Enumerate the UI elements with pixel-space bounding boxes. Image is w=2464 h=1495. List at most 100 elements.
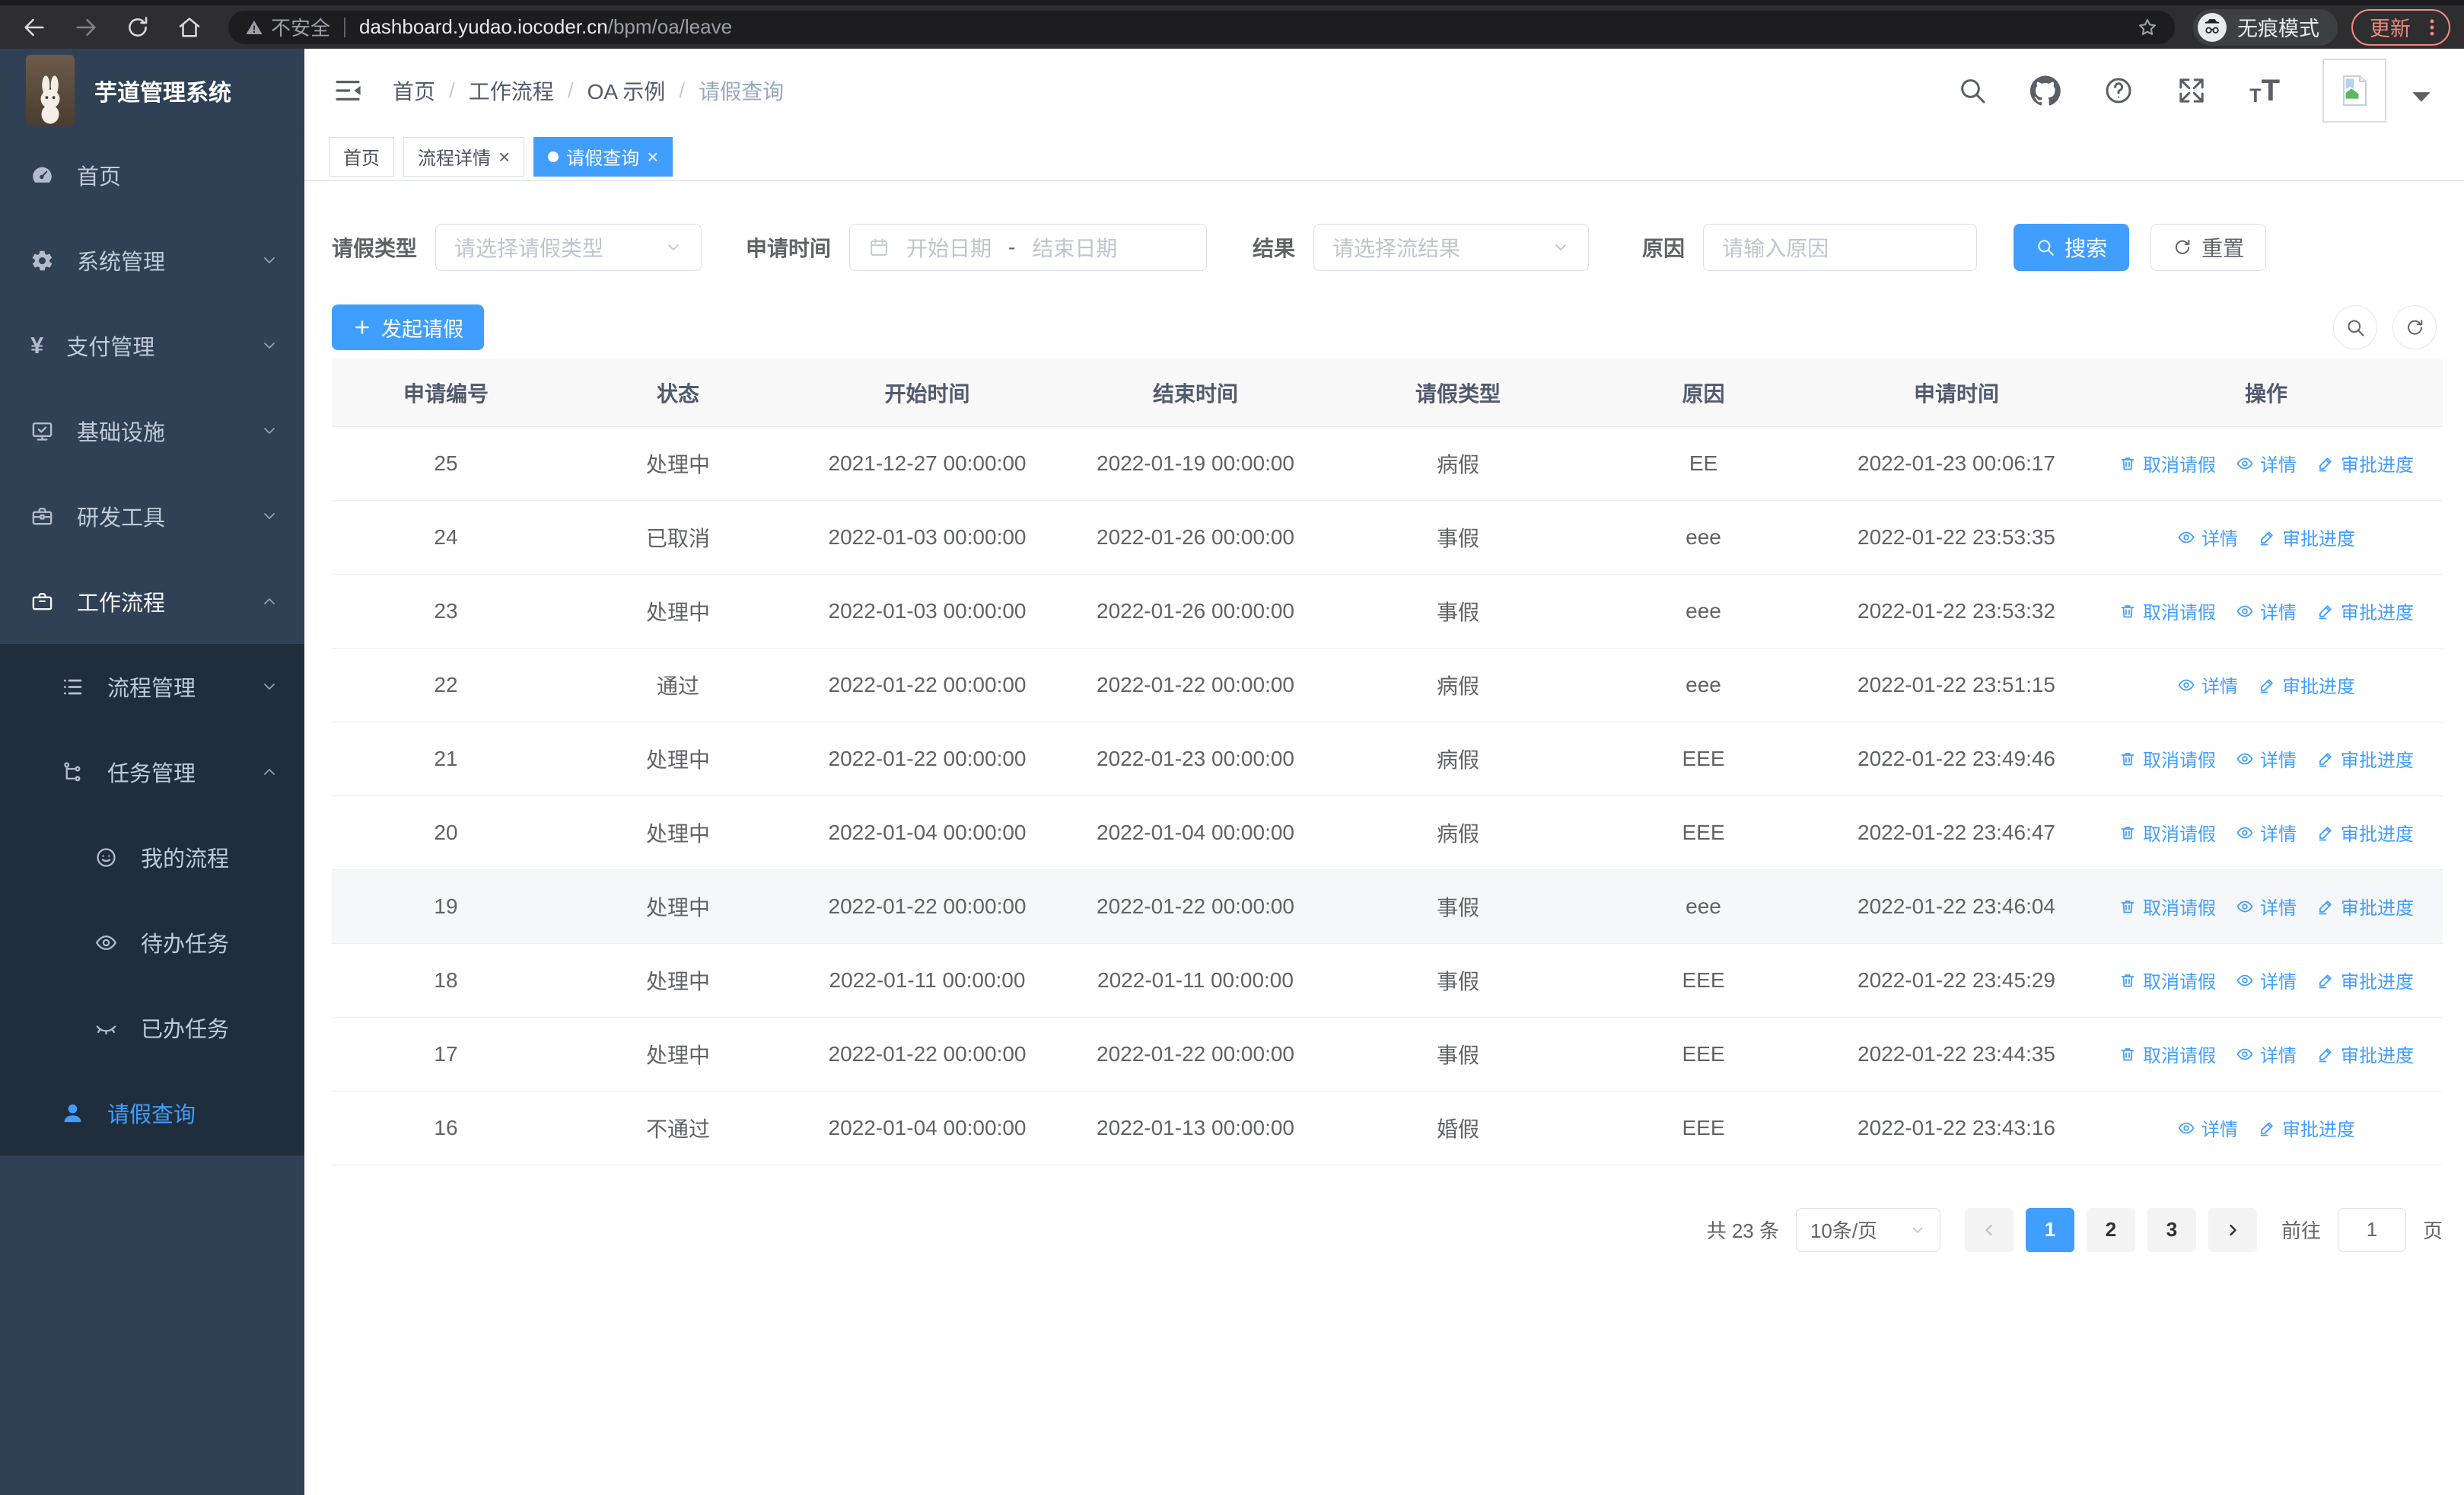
action-progress-button[interactable]: 审批进度 <box>2316 967 2414 993</box>
action-progress-button[interactable]: 审批进度 <box>2258 524 2355 550</box>
font-size-icon[interactable]: TT <box>2249 75 2280 106</box>
table-row[interactable]: 24 已取消 2022-01-03 00:00:00 2022-01-26 00:00… <box>332 500 2443 575</box>
sidebar-item-done-tasks[interactable]: 已办任务 <box>0 985 304 1070</box>
sidebar-item-system[interactable]: 系统管理 <box>0 218 304 303</box>
page-button-3[interactable]: 3 <box>2147 1207 2196 1252</box>
action-detail-button[interactable]: 详情 <box>2236 819 2297 846</box>
action-progress-button[interactable]: 审批进度 <box>2316 893 2414 920</box>
browser-home-icon[interactable] <box>177 14 202 40</box>
tab-leave-query[interactable]: 请假查询 × <box>533 136 673 177</box>
action-cancel-button[interactable]: 取消请假 <box>2119 819 2216 846</box>
action-progress-button[interactable]: 审批进度 <box>2258 1114 2355 1141</box>
breadcrumb-item[interactable]: 首页 <box>393 75 435 106</box>
url-bar[interactable]: 不安全 dashboard.yudao.iocoder.cn/bpm/oa/le… <box>228 10 2175 44</box>
action-detail-button[interactable]: 详情 <box>2236 745 2297 772</box>
action-cancel-button[interactable]: 取消请假 <box>2119 893 2216 920</box>
sidebar-item-workflow[interactable]: 工作流程 <box>0 559 304 644</box>
action-detail-button[interactable]: 详情 <box>2177 524 2238 550</box>
apply-time-range-picker[interactable]: 开始日期 - 结束日期 <box>849 224 1208 271</box>
incognito-badge: 无痕模式 <box>2193 8 2338 46</box>
table-row[interactable]: 23 处理中 2022-01-03 00:00:00 2022-01-26 00:00… <box>332 574 2443 649</box>
avatar-caret-down-icon[interactable] <box>2406 81 2437 112</box>
page-button-1[interactable]: 1 <box>2025 1207 2074 1252</box>
tab-home[interactable]: 首页 <box>329 136 394 177</box>
sidebar-item-devtools[interactable]: 研发工具 <box>0 473 304 559</box>
app-logo[interactable]: 芋道管理系统 <box>0 49 304 132</box>
tab-close-icon[interactable]: × <box>498 147 510 167</box>
sidebar-item-my-process[interactable]: 我的流程 <box>0 814 304 900</box>
table-row[interactable]: 25 处理中 2021-12-27 00:00:00 2022-01-19 00:00… <box>332 426 2443 501</box>
angle-right-icon <box>2224 1221 2242 1239</box>
action-detail-button[interactable]: 详情 <box>2236 598 2297 624</box>
bookmark-star-icon[interactable] <box>2137 17 2158 38</box>
table-row[interactable]: 22 通过 2022-01-22 00:00:00 2022-01-22 00:00:… <box>332 648 2443 722</box>
action-detail-button[interactable]: 详情 <box>2236 967 2297 993</box>
table-row[interactable]: 17 处理中 2022-01-22 00:00:00 2022-01-22 00:00… <box>332 1017 2443 1092</box>
page-size-select[interactable]: 10条/页 <box>1795 1207 1940 1252</box>
cell-end: 2022-01-04 00:00:00 <box>1059 795 1332 870</box>
action-cancel-button[interactable]: 取消请假 <box>2119 967 2216 993</box>
action-detail-button[interactable]: 详情 <box>2236 450 2297 477</box>
refresh-table-button[interactable] <box>2392 305 2437 349</box>
action-cancel-button[interactable]: 取消请假 <box>2119 598 2216 624</box>
action-progress-button[interactable]: 审批进度 <box>2316 598 2414 624</box>
browser-update-button[interactable]: 更新 <box>2351 8 2450 46</box>
action-cancel-button[interactable]: 取消请假 <box>2119 450 2216 477</box>
action-detail-button[interactable]: 详情 <box>2177 1114 2238 1141</box>
page-button-2[interactable]: 2 <box>2086 1207 2135 1252</box>
browser-menu-icon[interactable] <box>2421 17 2443 38</box>
cell-applied: 2022-01-22 23:46:04 <box>1823 869 2090 944</box>
tab-process-detail[interactable]: 流程详情 × <box>403 136 525 177</box>
reason-input[interactable]: 请输入原因 <box>1703 224 1978 271</box>
table-row[interactable]: 16 不通过 2022-01-04 00:00:00 2022-01-13 00:00… <box>332 1091 2443 1165</box>
goto-page-input[interactable] <box>2337 1207 2406 1252</box>
action-progress-button[interactable]: 审批进度 <box>2258 671 2355 698</box>
sidebar-item-todo-tasks[interactable]: 待办任务 <box>0 900 304 985</box>
browser-back-icon[interactable] <box>21 14 47 40</box>
action-progress-button[interactable]: 审批进度 <box>2316 450 2414 477</box>
cell-actions: 详情 审批进度 <box>2090 1091 2443 1165</box>
fullscreen-icon[interactable] <box>2176 75 2207 106</box>
sidebar-item-infra[interactable]: 基础设施 <box>0 388 304 473</box>
prev-page-button[interactable] <box>1964 1207 2014 1252</box>
sidebar-item-payment[interactable]: ¥ 支付管理 <box>0 303 304 388</box>
browser-reload-icon[interactable] <box>125 14 151 40</box>
next-page-button[interactable] <box>2208 1207 2257 1252</box>
toggle-search-button[interactable] <box>2333 305 2377 349</box>
sidebar-item-task-mgmt[interactable]: 任务管理 <box>0 729 304 814</box>
action-progress-button[interactable]: 审批进度 <box>2316 1041 2414 1067</box>
result-select[interactable]: 请选择流结果 <box>1313 224 1590 271</box>
user-avatar[interactable] <box>2322 59 2386 123</box>
breadcrumb-item[interactable]: 工作流程 <box>469 75 554 106</box>
breadcrumb-item[interactable]: OA 示例 <box>587 75 666 106</box>
sidebar-item-process-mgmt[interactable]: 流程管理 <box>0 644 304 729</box>
sidebar-item-leave-query[interactable]: 请假查询 <box>0 1070 304 1156</box>
action-cancel-button[interactable]: 取消请假 <box>2119 745 2216 772</box>
leave-type-select[interactable]: 请选择请假类型 <box>435 224 702 271</box>
reset-button[interactable]: 重置 <box>2150 224 2267 271</box>
action-detail-button[interactable]: 详情 <box>2236 1041 2297 1067</box>
table-row[interactable]: 20 处理中 2022-01-04 00:00:00 2022-01-04 00:00… <box>332 795 2443 870</box>
search-button[interactable]: 搜索 <box>2014 224 2130 271</box>
create-leave-button[interactable]: 发起请假 <box>332 304 484 350</box>
security-label[interactable]: 不安全 <box>271 13 330 41</box>
action-detail-button[interactable]: 详情 <box>2177 671 2238 698</box>
github-icon[interactable] <box>2030 75 2061 106</box>
url-text[interactable]: dashboard.yudao.iocoder.cn/bpm/oa/leave <box>359 15 732 39</box>
help-icon[interactable] <box>2103 75 2134 106</box>
filter-form: 请假类型 请选择请假类型 申请时间 开始日期 - 结束日期 结果 请选择流结果 <box>332 224 2443 271</box>
action-cancel-button[interactable]: 取消请假 <box>2119 1041 2216 1067</box>
sidebar-item-label: 我的流程 <box>141 847 230 872</box>
action-detail-button[interactable]: 详情 <box>2236 893 2297 920</box>
browser-forward-icon[interactable] <box>73 14 99 40</box>
action-progress-button[interactable]: 审批进度 <box>2316 745 2414 772</box>
sidebar-collapse-icon[interactable] <box>332 75 364 107</box>
sidebar-item-home[interactable]: 首页 <box>0 132 304 218</box>
briefcase-icon <box>30 590 54 614</box>
header-search-icon[interactable] <box>1957 75 1988 106</box>
table-row[interactable]: 19 处理中 2022-01-22 00:00:00 2022-01-22 00:00… <box>332 869 2443 944</box>
action-progress-button[interactable]: 审批进度 <box>2316 819 2414 846</box>
tab-close-icon[interactable]: × <box>647 147 658 167</box>
table-row[interactable]: 21 处理中 2022-01-22 00:00:00 2022-01-23 00:00… <box>332 722 2443 796</box>
table-row[interactable]: 18 处理中 2022-01-11 00:00:00 2022-01-11 00:00… <box>332 943 2443 1018</box>
